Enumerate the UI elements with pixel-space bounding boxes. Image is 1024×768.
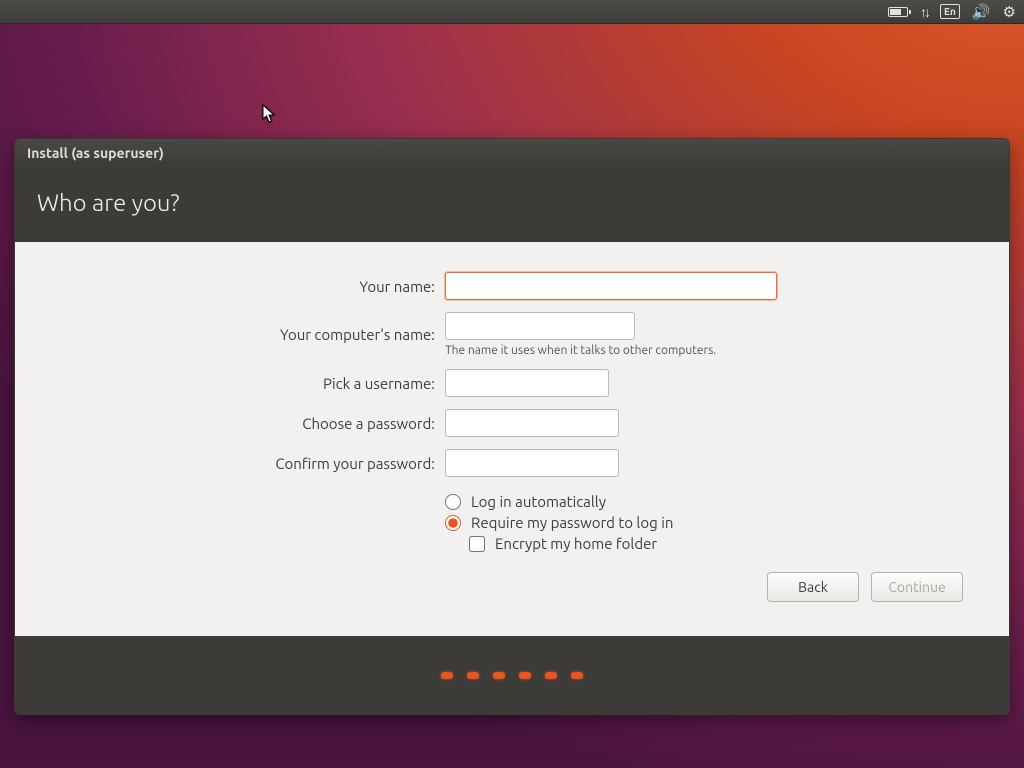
password-input[interactable]	[445, 409, 619, 437]
require-password-label: Require my password to log in	[471, 514, 673, 531]
system-menu[interactable]: ⚙	[1003, 0, 1016, 23]
progress-dot	[493, 672, 505, 679]
require-password-option[interactable]: Require my password to log in	[445, 514, 979, 531]
require-password-radio[interactable]	[445, 515, 461, 531]
encrypt-home-option[interactable]: Encrypt my home folder	[469, 535, 979, 552]
auto-login-option[interactable]: Log in automatically	[445, 493, 979, 510]
username-label: Pick a username:	[45, 375, 435, 392]
username-input[interactable]	[445, 369, 609, 397]
progress-dot	[545, 672, 557, 679]
progress-dot	[441, 672, 453, 679]
user-form: Your name: Your computer's name: The nam…	[45, 272, 979, 556]
language-badge: En	[940, 4, 960, 19]
battery-icon	[888, 7, 908, 17]
back-button[interactable]: Back	[767, 572, 859, 602]
password-label: Choose a password:	[45, 415, 435, 432]
button-bar: Back Continue	[45, 556, 979, 618]
keyboard-layout-indicator[interactable]: En	[940, 0, 960, 23]
window-title: Install (as superuser)	[27, 145, 164, 161]
progress-dot	[519, 672, 531, 679]
name-input[interactable]	[445, 272, 777, 300]
speaker-icon: 🔊	[972, 3, 991, 21]
battery-indicator[interactable]	[888, 0, 908, 23]
top-panel: ↑↓ En 🔊 ⚙	[0, 0, 1024, 24]
computer-name-label: Your computer's name:	[45, 326, 435, 343]
name-label: Your name:	[45, 278, 435, 295]
computer-name-hint: The name it uses when it talks to other …	[445, 344, 979, 357]
window-titlebar[interactable]: Install (as superuser)	[15, 139, 1009, 167]
computer-name-input[interactable]	[445, 312, 635, 340]
network-updown-icon: ↑↓	[920, 4, 928, 20]
encrypt-home-label: Encrypt my home folder	[495, 535, 657, 552]
network-indicator[interactable]: ↑↓	[920, 0, 928, 23]
page-heading: Who are you?	[37, 189, 987, 216]
installer-window: Install (as superuser) Who are you? Your…	[14, 138, 1010, 715]
volume-indicator[interactable]: 🔊	[972, 0, 991, 23]
auto-login-label: Log in automatically	[471, 493, 606, 510]
confirm-password-input[interactable]	[445, 449, 619, 477]
auto-login-radio[interactable]	[445, 494, 461, 510]
encrypt-home-checkbox[interactable]	[469, 536, 485, 552]
progress-footer	[15, 636, 1009, 714]
content-area: Your name: Your computer's name: The nam…	[15, 242, 1009, 636]
continue-button[interactable]: Continue	[871, 572, 963, 602]
confirm-password-label: Confirm your password:	[45, 455, 435, 472]
header-area: Who are you?	[15, 167, 1009, 242]
gear-icon: ⚙	[1003, 3, 1016, 21]
cursor-icon	[262, 104, 276, 124]
progress-dot	[467, 672, 479, 679]
progress-dot	[571, 672, 583, 679]
